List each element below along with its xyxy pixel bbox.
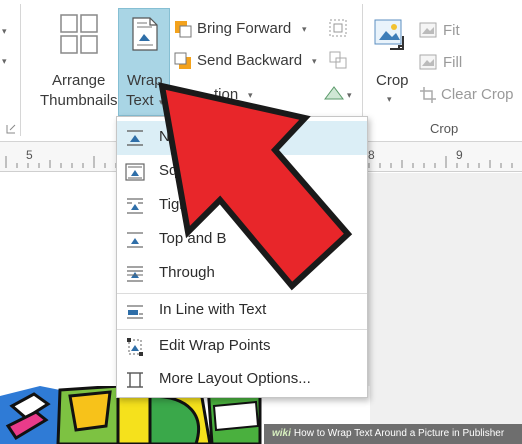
chevron-down-icon[interactable]: ▾ [347,90,352,101]
send-backward-label[interactable]: Send Backward [197,52,302,70]
menu-item-label: Top and B [159,230,227,247]
watermark-brand: wiki [272,428,291,439]
chevron-down-icon[interactable]: ▾ [387,94,392,105]
wrap-tight-icon [127,198,143,214]
ruler-mark: 8 [368,148,375,162]
chevron-down-icon[interactable]: ▾ [248,90,253,101]
wrap-square-icon [125,163,145,181]
menu-item-label: Through [159,264,215,281]
wrap-text-button[interactable]: Wrap Text ▾ [118,8,170,116]
wrap-text-label-1: Wrap [127,72,163,89]
wrap-none-icon [127,130,143,146]
menu-item-square[interactable]: Squar [117,155,367,189]
watermark-text: How to Wrap Text Around a Picture in Pub… [293,428,505,439]
rotate-icon[interactable] [322,84,346,102]
bring-forward-label[interactable]: Bring Forward [197,20,291,38]
more-layout-options-icon [127,372,143,388]
watermark: wiki How to Wrap Text Around a Picture in… [264,424,522,444]
bring-forward-icon[interactable] [174,20,192,38]
menu-item-in-line-with-text[interactable]: In Line with Text [117,293,367,327]
chevron-down-icon[interactable]: ▾ [302,24,307,35]
menu-item-more-layout-options[interactable]: More Layout Options... [117,363,367,397]
wrap-text-icon [132,17,158,51]
chevron-down-icon[interactable]: ▾ [312,56,317,67]
clear-crop-icon[interactable] [419,86,437,104]
crop-group-title: Crop [430,121,459,136]
clear-crop-label[interactable]: Clear Crop [441,86,514,104]
crop-icon[interactable] [373,18,407,52]
wrap-through-icon [127,266,143,282]
menu-item-label: In Line with Text [159,301,267,318]
crop-label[interactable]: Crop [376,72,409,90]
wrap-top-bottom-icon [127,232,143,248]
menu-item-label: Tight [159,196,192,213]
menu-item-label: No [159,128,179,145]
edit-wrap-points-icon [127,338,143,356]
arrange-thumbnails-label-2[interactable]: Thumbnails [40,92,118,110]
fill-icon[interactable] [419,54,437,70]
chevron-down-icon[interactable]: ▾ [2,56,7,67]
fill-label[interactable]: Fill [443,54,462,72]
fit-label[interactable]: Fit [443,22,460,40]
menu-item-tight[interactable]: Tight [117,189,367,223]
chevron-down-icon: ▾ [159,97,164,107]
fit-icon[interactable] [419,22,437,38]
ruler-mark: 9 [456,148,463,162]
send-backward-icon[interactable] [174,52,192,70]
menu-item-top-and-bottom[interactable]: Top and B m [117,223,367,257]
menu-item-none[interactable]: No [117,121,367,155]
wrap-inline-icon [127,305,143,319]
chevron-down-icon[interactable]: ▾ [2,26,7,37]
wrap-text-label-2: Text [126,92,154,109]
menu-item-label: Squar [159,162,200,179]
position-label[interactable]: tion [214,86,238,104]
arrange-thumbnails-icon[interactable] [60,14,98,54]
menu-item-through[interactable]: Through [117,257,367,291]
group-icon[interactable] [328,50,348,70]
arrange-thumbnails-label-1[interactable]: Arrange [52,72,105,90]
menu-item-label: More Layout Options... [159,370,311,387]
menu-item-edit-wrap-points[interactable]: Edit Wrap Points [117,329,367,363]
align-icon[interactable] [328,18,348,38]
dialog-launcher-icon[interactable] [6,124,16,134]
wrap-text-menu: No Squar Tight Top and B m Through In Li… [116,116,368,398]
menu-item-label-tail: m [307,230,320,247]
menu-item-label: Edit Wrap Points [159,337,271,354]
ruler-mark: 5 [26,148,33,162]
group-separator [20,4,21,136]
